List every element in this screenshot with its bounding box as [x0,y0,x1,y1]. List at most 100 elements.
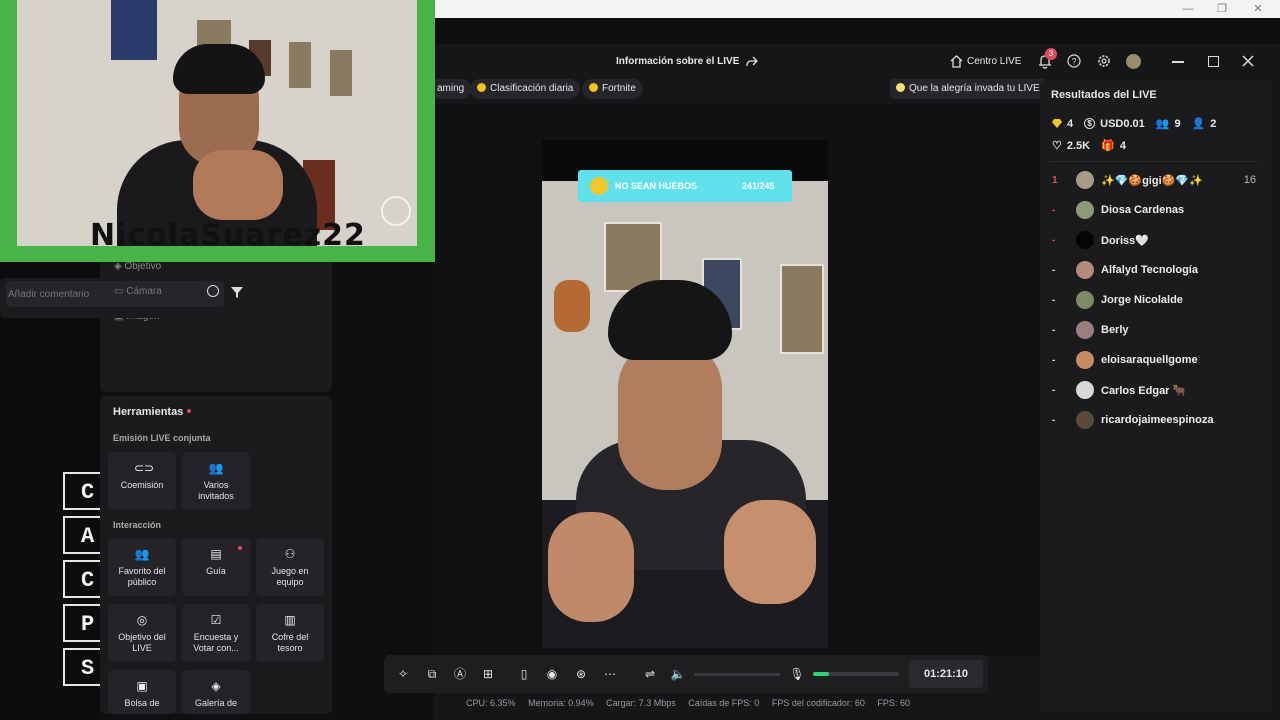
viewers-icon: 👥 [1155,118,1170,130]
viewer-row[interactable]: - eloisaraquellgome [1052,350,1198,370]
filter-icon[interactable] [231,287,243,298]
viewer-row[interactable]: - Alfalyd Tecnología [1052,260,1198,280]
ai-icon[interactable]: Ⓐ [452,666,468,682]
tip-banner[interactable]: Que la alegría invada tu LIVE [890,79,1046,99]
minimize-icon[interactable]: — [1178,2,1198,16]
replay-icon[interactable]: ⊛ [573,666,589,682]
viewer-rank: - [1052,264,1056,276]
tool-objetivo-live[interactable]: ◎ Objetivo del LIVE [108,604,176,662]
viewer-name: eloisaraquellgome [1101,354,1198,366]
emoji-icon[interactable] [207,285,219,297]
tool-cofre[interactable]: ▥ Cofre del tesoro [256,604,324,662]
person-hands [193,150,283,220]
section-label: Emisión LIVE conjunta [113,433,211,443]
viewers-count: 9 [1174,117,1181,130]
avatar[interactable] [1126,54,1141,69]
stat-value: 7.3 Mbps [638,698,676,708]
viewer-row[interactable]: 1 ✨💎🍪gigi🍪💎✨ 16 [1052,170,1256,190]
viewer-row[interactable]: - Carlos Edgar 🐂 [1052,380,1186,400]
tile-label: Bolsa de [124,698,160,708]
record-icon[interactable]: ◉ [544,666,560,682]
viewer-row[interactable]: - Jorge Nicolalde [1052,290,1183,310]
stream-preview[interactable]: NO SEAN HUEBOS 241/245 [542,140,828,648]
goal-banner[interactable]: NO SEAN HUEBOS 241/245 [578,170,792,202]
tool-encuesta[interactable]: ☑ Encuesta y Votar con... [182,604,250,662]
poll-icon: ☑ [210,613,222,627]
restore-icon[interactable]: ❐ [1212,2,1232,16]
stat-label: Memoria: [528,698,566,708]
background-letter: C [63,472,103,510]
close-icon[interactable]: ✕ [1248,2,1268,16]
viewer-rank: - [1052,234,1056,246]
pill-gaming[interactable]: aming [430,79,472,99]
gift-icon: 🎁 [1101,140,1115,152]
close-icon[interactable] [1242,55,1254,67]
tool-juego-equipo[interactable]: ⚇ Juego en equipo [256,538,324,596]
tool-varios-invitados[interactable]: 👥 Varios invitados [182,452,250,510]
phone-icon[interactable]: ▯ [516,666,532,682]
camera-item[interactable]: ▭ Cámara [114,286,162,297]
viewer-row[interactable]: - Berly [1052,320,1129,340]
pill-daily-ranking[interactable]: Clasificación diaria [470,79,581,99]
magic-wand-icon[interactable]: ✧ [395,666,411,682]
background-letter: A [63,516,103,554]
person-hair [608,280,732,360]
tool-favorito[interactable]: 👥 Favorito del público [108,538,176,596]
viewer-name: Carlos Edgar 🐂 [1101,384,1187,397]
comment-input[interactable] [8,282,108,306]
heart-icon: ♡ [1052,140,1062,152]
wall-poster [780,264,824,354]
stat-label: FPS del codificador: [771,698,853,708]
help-icon[interactable]: ? [1067,54,1081,68]
viewer-row[interactable]: - Diosa Cardenas [1052,200,1184,220]
chest-icon: ▥ [284,613,296,627]
avatar [1076,351,1094,369]
share-icon[interactable] [746,56,758,68]
avatar [1076,261,1094,279]
results-stats: 4 $ USD0.01 👥 9 👤 2 [1052,117,1216,130]
volume-slider[interactable] [694,673,780,676]
diamond-icon [1052,119,1062,128]
top-bar: Información sobre el LIVE Centro LIVE 3 … [434,44,1280,78]
red-dot [187,409,191,413]
goal-text: NO SEAN HUEBOS [615,181,698,191]
tile-label: Guía [206,566,226,576]
centro-live-link[interactable]: Centro LIVE [967,56,1021,67]
pill-label: Fortnite [602,83,636,94]
tile-label: Encuesta y Votar con... [193,632,239,653]
tool-bolsa[interactable]: ▣ Bolsa de [108,670,176,714]
viewer-name: Jorge Nicolalde [1101,294,1183,306]
pill-fortnite[interactable]: Fortnite [582,79,643,99]
viewer-row[interactable]: - Doriss🤍 [1052,230,1149,250]
microphone-icon[interactable]: 🎙 [789,666,805,682]
minimize-icon[interactable] [1172,61,1184,63]
more-icon[interactable]: ⋯ [602,666,618,682]
stat-value: 0 [754,698,760,708]
coin-icon [477,83,486,92]
shield-icon: ◈ [114,261,125,272]
mic-level-track[interactable] [813,672,899,676]
tools-panel: Herramientas Emisión LIVE conjunta Inter… [100,396,332,714]
tool-galeria[interactable]: ◈ Galería de [182,670,250,714]
add-scene-icon[interactable]: ⊞ [480,666,496,682]
avatar [1076,171,1094,189]
settings-icon[interactable] [1097,54,1111,68]
tool-coemision[interactable]: ⊂⊃ Coemisión [108,452,176,510]
volume-icon[interactable]: 🔈 [670,666,686,682]
person-hair [173,44,265,94]
svg-text:?: ? [1071,57,1076,67]
usd-value: USD0.01 [1100,117,1145,130]
follow-icon: 👤 [1191,118,1206,130]
home-icon[interactable] [950,55,963,68]
person-hand [724,500,816,604]
viewer-name: ricardojaimeespinoza [1101,414,1214,426]
link-icon: ⊂⊃ [134,461,155,475]
layers-icon[interactable]: ⧉ [424,666,440,682]
viewer-row[interactable]: - ricardojaimeespinoza [1052,410,1214,430]
maximize-icon[interactable] [1208,56,1219,67]
tile-label: Varios invitados [198,480,234,501]
sliders-icon[interactable]: ⇌ [642,666,658,682]
live-info-title[interactable]: Información sobre el LIVE [616,56,739,67]
background-letter: P [63,604,103,642]
menu-item-objetivo[interactable]: ◈ Objetivo [114,261,161,272]
